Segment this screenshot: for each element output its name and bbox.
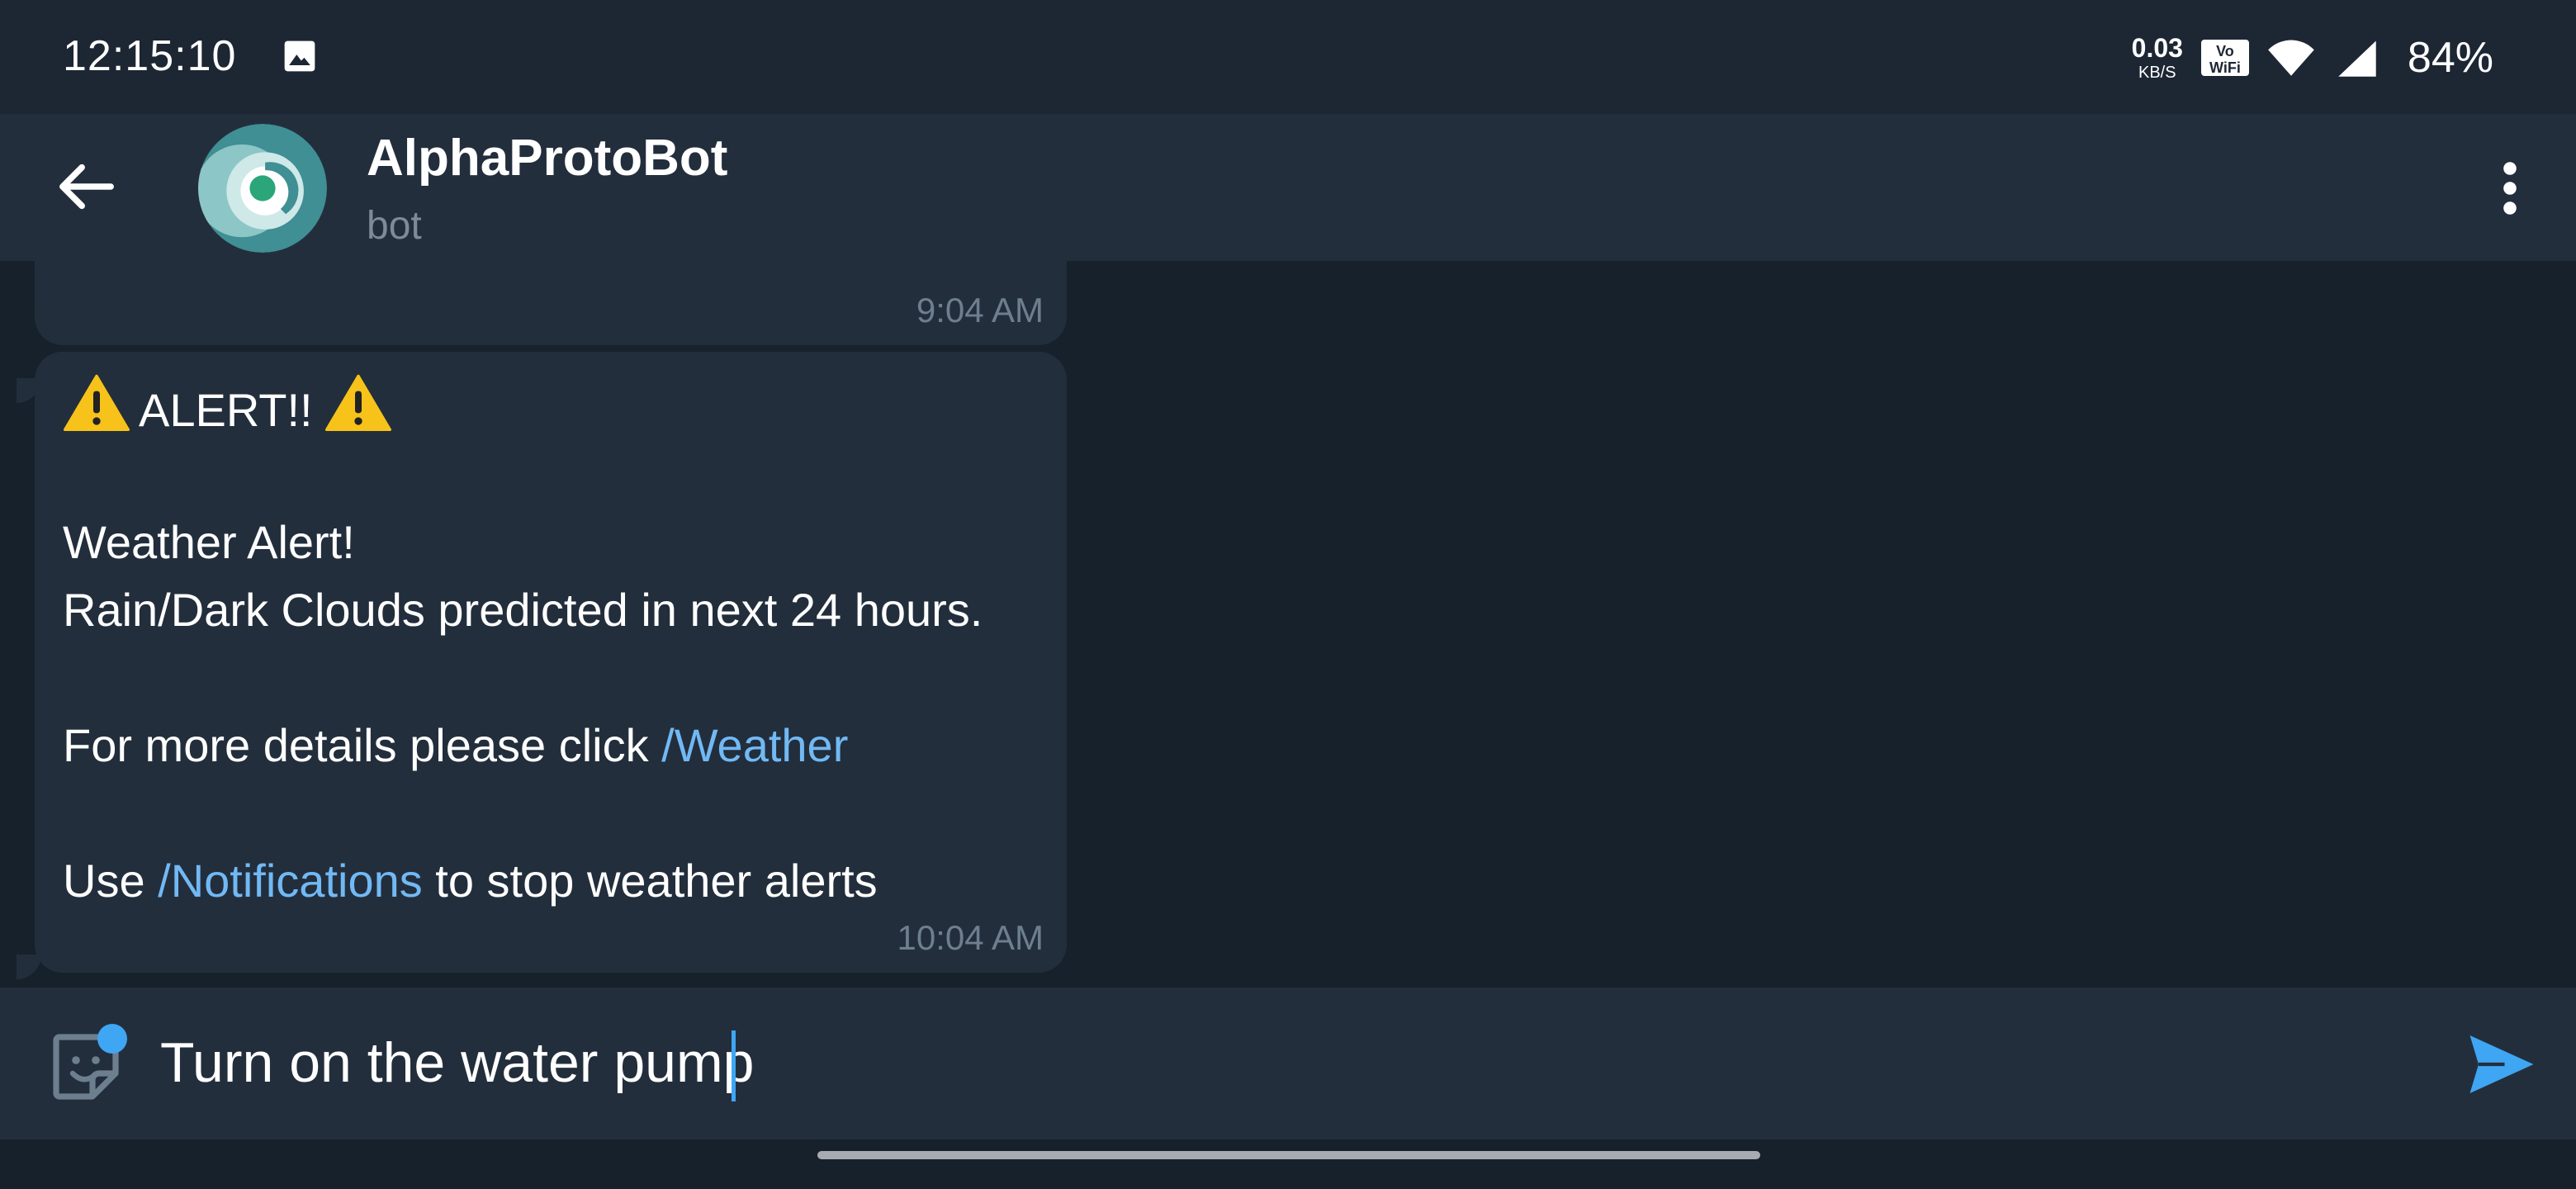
signal-icon — [2338, 40, 2376, 77]
message-list[interactable]: 9:04 AM ALERT!! Weather Alert! Rain/Dark… — [0, 261, 2576, 988]
weather-command-link[interactable]: /Weather — [661, 719, 848, 771]
message-time: 9:04 AM — [916, 291, 1044, 329]
chat-subtitle: bot — [367, 204, 422, 248]
chat-title: AlphaProtoBot — [367, 130, 728, 187]
telegram-chat-screen: 12:15:10 0.03 KB/S Vo WiFi 84% AlphaProt… — [0, 0, 2576, 1189]
message-bubble-alert[interactable]: ALERT!! Weather Alert! Rain/Dark Clouds … — [35, 352, 1067, 973]
alert-heading: ALERT!! — [139, 384, 313, 436]
send-button[interactable] — [2460, 1027, 2543, 1101]
vowifi-top: Vo — [2216, 43, 2234, 59]
details-line: For more details please click /Weather — [63, 712, 1039, 779]
vowifi-icon: Vo WiFi — [2200, 40, 2249, 76]
sticker-notification-dot — [97, 1024, 127, 1054]
chat-header: AlphaProtoBot bot — [0, 114, 2576, 261]
system-nav-bar — [0, 1139, 2576, 1189]
warning-icon — [64, 374, 130, 431]
status-time: 12:15:10 — [63, 32, 237, 80]
status-bar: 12:15:10 0.03 KB/S Vo WiFi 84% — [0, 0, 2576, 114]
battery-percent: 84% — [2407, 34, 2493, 82]
bubble-tail — [17, 955, 41, 979]
send-icon — [2469, 1035, 2534, 1093]
alert-heading-line: ALERT!! — [63, 373, 1039, 441]
gallery-icon — [284, 40, 315, 72]
notifications-line: Use /Notifications to stop weather alert… — [63, 847, 1039, 915]
bot-avatar-icon — [198, 124, 327, 253]
details-prefix: For more details please click — [63, 719, 662, 771]
back-button[interactable] — [50, 154, 124, 220]
message-bubble-previous[interactable]: 9:04 AM — [35, 261, 1067, 345]
net-speed-unit: KB/S — [2138, 64, 2176, 82]
use-prefix: Use — [63, 855, 159, 907]
text-cursor — [732, 1030, 736, 1101]
vowifi-bottom: WiFi — [2209, 59, 2241, 76]
more-options-button[interactable] — [2477, 155, 2543, 221]
prediction-line: Rain/Dark Clouds predicted in next 24 ho… — [63, 584, 983, 636]
notifications-command-link[interactable]: /Notifications — [158, 855, 423, 907]
more-vertical-icon — [2503, 162, 2517, 215]
weather-alert-line: Weather Alert! — [63, 516, 355, 568]
composer-bar — [0, 988, 2576, 1139]
net-speed-value: 0.03 — [2131, 33, 2183, 63]
avatar[interactable] — [198, 124, 327, 253]
status-icons: 0.03 KB/S Vo WiFi 84% — [2132, 25, 2493, 91]
net-speed: 0.03 KB/S — [2132, 35, 2183, 81]
wifi-icon — [2268, 40, 2314, 76]
use-suffix: to stop weather alerts — [422, 855, 878, 907]
home-indicator[interactable] — [817, 1151, 1760, 1159]
warning-icon — [324, 374, 391, 431]
message-input[interactable] — [160, 1017, 2389, 1108]
message-time: 10:04 AM — [897, 918, 1044, 957]
back-arrow-icon — [59, 163, 114, 210]
